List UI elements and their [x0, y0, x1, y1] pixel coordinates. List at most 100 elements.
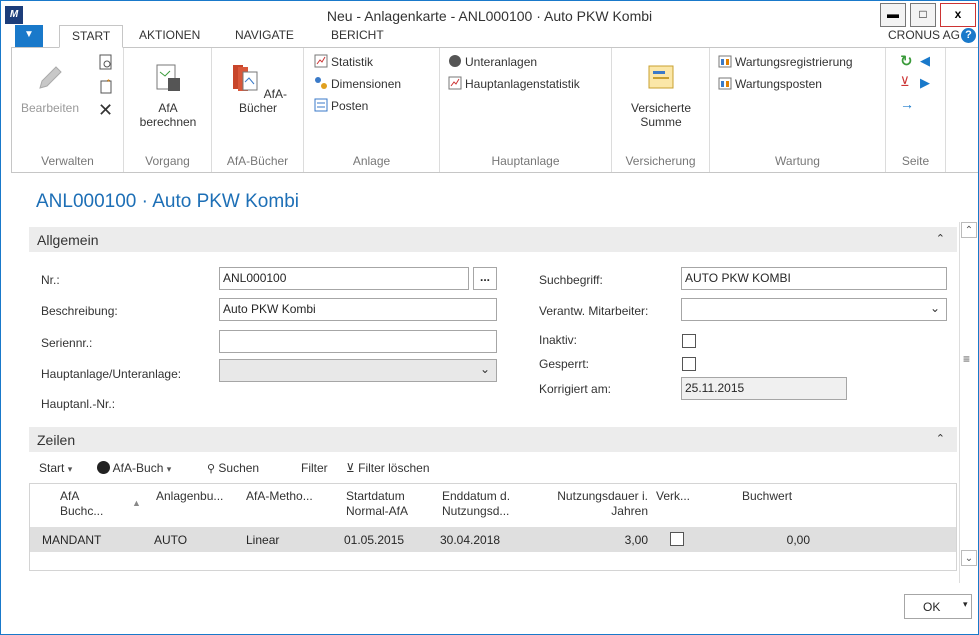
wartungsposten-button[interactable]: Wartungsposten — [718, 76, 822, 91]
group-anlage: Statistik Dimensionen Posten Anlage — [304, 48, 440, 172]
cell-methode[interactable]: Linear — [246, 533, 279, 547]
posten-button[interactable]: Posten — [314, 98, 368, 113]
cell-startdatum[interactable]: 01.05.2015 — [344, 533, 404, 547]
filter-loeschen-label: Filter löschen — [358, 461, 430, 475]
seriennr-label: Seriennr.: — [41, 336, 93, 350]
new-icon[interactable]: * — [98, 78, 114, 94]
suchbegriff-field[interactable]: AUTO PKW KOMBI — [681, 267, 947, 290]
cell-afa-buch[interactable]: MANDANT — [42, 533, 101, 547]
hauptanl-nr-label: Hauptanl.-Nr.: — [41, 397, 116, 411]
chevron-down-icon[interactable]: ⌄ — [480, 362, 490, 376]
table-row[interactable]: MANDANT AUTO Linear 01.05.2015 30.04.201… — [30, 527, 956, 552]
wartungsregistrierung-button[interactable]: Wartungsregistrierung — [718, 54, 853, 69]
minimize-button[interactable]: ▬ — [880, 3, 906, 27]
clear-filter-icon: ⊻ — [346, 461, 355, 475]
seriennr-field[interactable] — [219, 330, 497, 353]
afa-buch-icon — [97, 461, 110, 474]
column-header-startdatum[interactable]: Startdatum Normal-AfA — [346, 489, 408, 519]
group-verwalten: Bearbeiten * ✕ Verwalten — [12, 48, 124, 172]
clear-filter-icon[interactable]: ⊻ — [900, 74, 910, 90]
svg-text:*: * — [107, 78, 110, 87]
filter-button[interactable]: Filter — [301, 461, 328, 475]
window-title: Neu - Anlagenkarte - ANL000100 · Auto PK… — [326, 8, 653, 24]
verantw-label: Verantw. Mitarbeiter: — [539, 304, 649, 318]
beschreibung-label: Beschreibung: — [41, 304, 118, 318]
unteranlagen-label: Unteranlagen — [465, 55, 538, 69]
cell-nutzungsdauer[interactable]: 3,00 — [538, 533, 648, 547]
maximize-button[interactable]: □ — [910, 3, 936, 27]
column-header-nutzungsdauer[interactable]: Nutzungsdauer i. Jahren — [538, 489, 648, 519]
versicherte-summe-button[interactable]: Versicherte Summe — [618, 62, 704, 129]
gesperrt-checkbox[interactable] — [682, 357, 696, 371]
nr-field[interactable]: ANL000100 — [219, 267, 469, 290]
ok-button[interactable]: OK ▾ — [904, 594, 972, 619]
beschreibung-field[interactable]: Auto PKW Kombi — [219, 298, 497, 321]
scroll-thumb-icon[interactable]: ≡ — [963, 352, 970, 366]
chevron-down-icon[interactable]: ▾ — [963, 599, 968, 610]
refresh-icon[interactable]: ↻ — [900, 52, 913, 70]
cell-buchwert[interactable]: 0,00 — [680, 533, 810, 547]
column-header-verkauft[interactable]: Verk... — [656, 489, 690, 504]
scroll-down-icon[interactable]: ⌄ — [961, 550, 977, 566]
cell-enddatum[interactable]: 30.04.2018 — [440, 533, 500, 547]
column-header-enddatum[interactable]: Enddatum d. Nutzungsd... — [442, 489, 510, 519]
inaktiv-checkbox[interactable] — [682, 334, 696, 348]
hauptanlage-select[interactable]: ⌄ — [219, 359, 497, 382]
company-name[interactable]: CRONUS AG — [888, 28, 960, 42]
column-header-afa-buch[interactable]: AfA Buchc... — [60, 489, 103, 519]
previous-icon[interactable]: ◀ — [920, 53, 930, 69]
statistik-button[interactable]: Statistik — [314, 54, 373, 69]
header-line: Nutzungsdauer i. — [557, 489, 648, 503]
bearbeiten-button[interactable]: Bearbeiten — [16, 62, 84, 115]
cell-anlagenbuch[interactable]: AUTO — [154, 533, 187, 547]
goto-icon[interactable]: → — [900, 96, 914, 112]
group-label: Verwalten — [41, 154, 94, 168]
wartungsposten-label: Wartungsposten — [735, 77, 822, 91]
suchen-button[interactable]: ⚲ Suchen — [207, 461, 259, 475]
column-header-buchwert[interactable]: Buchwert — [742, 489, 792, 504]
entries-icon — [314, 98, 328, 112]
chevron-down-icon[interactable]: ⌄ — [930, 301, 940, 315]
group-label: Seite — [901, 154, 930, 168]
afa-berechnen-label-1: AfA — [158, 101, 178, 115]
group-label: Anlage — [352, 154, 391, 168]
tab-start[interactable]: START — [59, 25, 124, 48]
binoculars-icon: ⚲ — [207, 463, 216, 475]
column-header-anlagenbuch[interactable]: Anlagenbu... — [156, 489, 223, 504]
tab-navigate[interactable]: NAVIGATE — [235, 28, 294, 42]
dimensionen-button[interactable]: Dimensionen — [314, 76, 401, 91]
section-zeilen[interactable]: Zeilen ⌃ — [29, 427, 957, 452]
unteranlagen-button[interactable]: Unteranlagen — [448, 54, 537, 69]
filter-loeschen-button[interactable]: ⊻ Filter löschen — [346, 461, 430, 475]
ribbon: Bearbeiten * ✕ Verwalten AfA berechnen V… — [11, 47, 978, 173]
scroll-up-icon[interactable]: ⌃ — [961, 222, 977, 238]
afa-buch-menu[interactable]: AfA-Buch ▾ — [97, 461, 171, 475]
help-icon[interactable]: ? — [961, 28, 976, 43]
header-line: Buchc... — [60, 504, 104, 518]
hauptanlagenstatistik-button[interactable]: Hauptanlagenstatistik — [448, 76, 580, 91]
section-title: Allgemein — [37, 232, 99, 248]
column-header-afa-methode[interactable]: AfA-Metho... — [246, 489, 313, 504]
verantw-select[interactable]: ⌄ — [681, 298, 947, 321]
afa-berechnen-label-2: berechnen — [139, 115, 197, 129]
korrigiert-field: 25.11.2015 — [681, 377, 847, 400]
start-menu[interactable]: Start ▾ — [39, 461, 72, 475]
window: M Neu - Anlagenkarte - ANL000100 · Auto … — [0, 0, 979, 635]
vertical-scrollbar[interactable]: ⌃ ≡ ⌄ — [959, 222, 977, 583]
ribbon-tabs: ▼ START AKTIONEN NAVIGATE BERICHT CRONUS… — [1, 25, 978, 48]
collapse-icon[interactable]: ⌃ — [936, 432, 945, 445]
tab-bericht[interactable]: BERICHT — [331, 28, 384, 42]
header-line: Nutzungsd... — [442, 504, 510, 518]
next-icon[interactable]: ▶ — [920, 75, 930, 91]
view-icon[interactable] — [98, 54, 114, 70]
tab-aktionen[interactable]: AKTIONEN — [139, 28, 200, 42]
nr-assist-button[interactable]: ... — [473, 267, 497, 290]
afa-buecher-button[interactable]: AfA-Bücher — [218, 62, 298, 115]
app-menu-button[interactable]: ▼ — [15, 25, 43, 47]
collapse-icon[interactable]: ⌃ — [936, 232, 945, 245]
maintenance-entries-icon — [718, 77, 732, 90]
delete-icon[interactable]: ✕ — [98, 100, 113, 121]
section-allgemein[interactable]: Allgemein ⌃ — [29, 227, 957, 252]
afa-berechnen-button[interactable]: AfA berechnen — [132, 62, 204, 129]
close-button[interactable]: x — [940, 3, 976, 27]
